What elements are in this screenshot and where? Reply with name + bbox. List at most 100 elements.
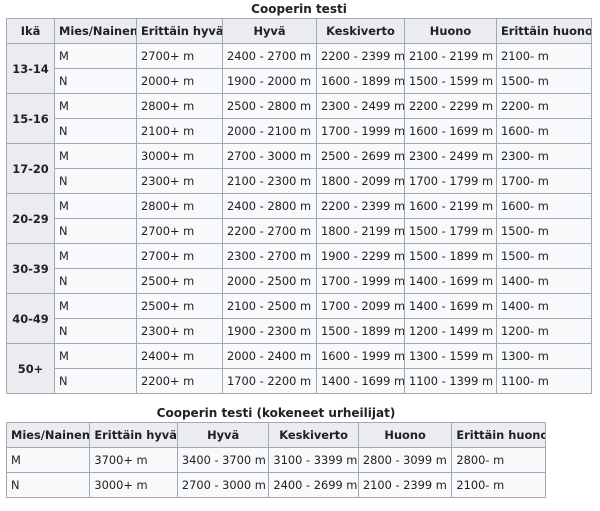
age-group-cell: 30-39 xyxy=(6,243,55,294)
distance-cell: 1700 - 1999 m xyxy=(316,268,405,294)
table-row: 50+ M 2400+ m 2000 - 2400 m 1600 - 1999 m 130… xyxy=(6,343,592,394)
distance-cell: 1900 - 2300 m xyxy=(222,318,317,344)
column-header: Erittäin hyvä xyxy=(89,422,178,448)
distance-cell: 1200 - 1499 m xyxy=(404,318,497,344)
column-header: Erittäin hyvä xyxy=(136,18,223,44)
distance-cell: 2800+ m xyxy=(136,93,223,119)
distance-cell: 1300 - 1599 m xyxy=(404,343,497,369)
sex-cell: M xyxy=(54,93,137,119)
distance-cell: 1700 - 2099 m xyxy=(316,293,405,319)
table-row: N 2300+ m 1900 - 2300 m 1500 - 1899 m 1200 -… xyxy=(7,318,592,344)
table-row: 13-14 M 2700+ m 2400 - 2700 m 2200 - 2399 m2… xyxy=(6,43,592,94)
distance-cell: 3700+ m xyxy=(89,447,178,473)
distance-cell: 2000 - 2400 m xyxy=(222,343,317,369)
distance-cell: 2500+ m xyxy=(136,268,223,294)
distance-cell: 2000 - 2100 m xyxy=(222,118,317,144)
distance-cell: 2300- m xyxy=(496,143,592,169)
distance-cell: 2200 - 2299 m xyxy=(404,93,497,119)
distance-cell: 3000+ m xyxy=(89,472,178,498)
column-header-link[interactable]: Mies/Nainen xyxy=(54,18,137,44)
table-row: N 2000+ m 1900 - 2000 m 1600 - 1899 m 1500 -… xyxy=(7,68,592,94)
distance-cell: 2400 - 2699 m xyxy=(268,472,359,498)
sex-cell: M xyxy=(54,193,137,219)
distance-cell: 2700+ m xyxy=(136,43,223,69)
sex-cell: N xyxy=(54,168,137,194)
distance-cell: 2100- m xyxy=(451,472,546,498)
distance-cell: 2200 - 2700 m xyxy=(222,218,317,244)
distance-cell: 2300 - 2499 m xyxy=(404,143,497,169)
page: Cooperin testi Ikä Mies/Nainen Erittäin hy… xyxy=(0,0,600,511)
sex-cell: M xyxy=(54,143,137,169)
distance-cell: 2100 - 2199 m xyxy=(404,43,497,69)
distance-cell: 1500 - 1899 m xyxy=(404,243,497,269)
age-group-cell: 17-20 xyxy=(6,143,55,194)
distance-cell: 1800 - 2199 m xyxy=(316,218,405,244)
distance-cell: 2300 - 2700 m xyxy=(222,243,317,269)
distance-cell: 1700 - 2200 m xyxy=(222,368,317,394)
column-header: Keskiverto xyxy=(268,422,359,448)
cooper-test-table: Ikä Mies/Nainen Erittäin hyvä Hyvä Keskivert… xyxy=(6,18,592,394)
distance-cell: 2700 - 3000 m xyxy=(176,472,270,498)
table-row: N 2500+ m 2000 - 2500 m 1700 - 1999 m 1400 -… xyxy=(7,268,592,294)
distance-cell: 2400+ m xyxy=(136,343,223,369)
header-row: Mies/Nainen Erittäin hyvä Hyvä Keskiverto Hu… xyxy=(5,422,546,448)
distance-cell: 1600 - 1899 m xyxy=(316,68,405,94)
distance-cell: 1600- m xyxy=(496,193,592,219)
distance-cell: 2700+ m xyxy=(136,218,223,244)
sex-cell: N xyxy=(54,118,137,144)
distance-cell: 1600- m xyxy=(496,118,592,144)
distance-cell: 2800 - 3099 m xyxy=(357,447,453,473)
table-header: Mies/Nainen Erittäin hyvä Hyvä Keskiverto Hu… xyxy=(5,422,546,448)
distance-cell: 2300+ m xyxy=(136,318,223,344)
distance-cell: 1100 - 1399 m xyxy=(404,368,497,394)
distance-cell: 2100+ m xyxy=(136,118,223,144)
sex-cell: N xyxy=(5,472,91,498)
age-group-cell: 13-14 xyxy=(6,43,55,94)
distance-cell: 1900 - 2000 m xyxy=(222,68,317,94)
distance-cell: 2200 - 2399 m xyxy=(316,43,405,69)
distance-cell: 1500- m xyxy=(496,68,592,94)
distance-cell: 1600 - 2199 m xyxy=(404,193,497,219)
athletes-table-section: Cooperin testi (kokeneet urheilijat) Mie… xyxy=(5,404,546,498)
column-header: Huono xyxy=(357,422,453,448)
distance-cell: 1500 - 1799 m xyxy=(404,218,497,244)
distance-cell: 2200+ m xyxy=(136,368,223,394)
distance-cell: 2500 - 2800 m xyxy=(222,93,317,119)
athletes-table: Mies/Nainen Erittäin hyvä Hyvä Keskiverto Hu… xyxy=(5,422,546,498)
distance-cell: 1700- m xyxy=(496,168,592,194)
distance-cell: 1400 - 1699 m xyxy=(404,268,497,294)
distance-cell: 2100- m xyxy=(496,43,592,69)
sex-cell: M xyxy=(54,293,137,319)
table-row: N 3000+ m 2700 - 3000 m 2400 - 2699 m 2100 -… xyxy=(5,472,546,498)
age-group-cell: 20-29 xyxy=(6,193,55,244)
distance-cell: 2800- m xyxy=(451,447,546,473)
table-header: Ikä Mies/Nainen Erittäin hyvä Hyvä Keskivert… xyxy=(6,18,592,44)
distance-cell: 2300 - 2499 m xyxy=(316,93,405,119)
table-row: M 3700+ m 3400 - 3700 m 3100 - 3399 m 2800 -… xyxy=(5,447,546,473)
distance-cell: 3100 - 3399 m xyxy=(268,447,359,473)
distance-cell: 1200- m xyxy=(496,318,592,344)
distance-cell: 2100 - 2500 m xyxy=(222,293,317,319)
table-row: N 2300+ m 2100 - 2300 m 1800 - 2099 m 1700 -… xyxy=(7,168,592,194)
distance-cell: 1500- m xyxy=(496,243,592,269)
distance-cell: 1400 - 1699 m xyxy=(404,293,497,319)
distance-cell: 1500 - 1599 m xyxy=(404,68,497,94)
distance-cell: 1900 - 2299 m xyxy=(316,243,405,269)
distance-cell: 1800 - 2099 m xyxy=(316,168,405,194)
distance-cell: 2200- m xyxy=(496,93,592,119)
header-row: Ikä Mies/Nainen Erittäin hyvä Hyvä Keskivert… xyxy=(6,18,592,44)
sex-cell: M xyxy=(54,243,137,269)
distance-cell: 2100 - 2300 m xyxy=(222,168,317,194)
column-header: Mies/Nainen xyxy=(5,422,91,448)
table-row: 40-49 M 2500+ m 2100 - 2500 m 1700 - 2099 m1… xyxy=(6,293,592,344)
distance-cell: 3000+ m xyxy=(136,143,223,169)
distance-cell: 2300+ m xyxy=(136,168,223,194)
table-body: 13-14 M 2700+ m 2400 - 2700 m 2200 - 2399 m2… xyxy=(6,43,592,394)
sex-cell: N xyxy=(54,318,137,344)
sex-cell: N xyxy=(54,368,137,394)
distance-cell: 1700 - 1799 m xyxy=(404,168,497,194)
distance-cell: 1500 - 1899 m xyxy=(316,318,405,344)
table-body: M 3700+ m 3400 - 3700 m 3100 - 3399 m 2800 -… xyxy=(5,447,546,498)
table-row: 15-16 M 2800+ m 2500 - 2800 m 2300 - 2499 m2… xyxy=(6,93,592,144)
table-caption: Cooperin testi xyxy=(251,2,347,16)
